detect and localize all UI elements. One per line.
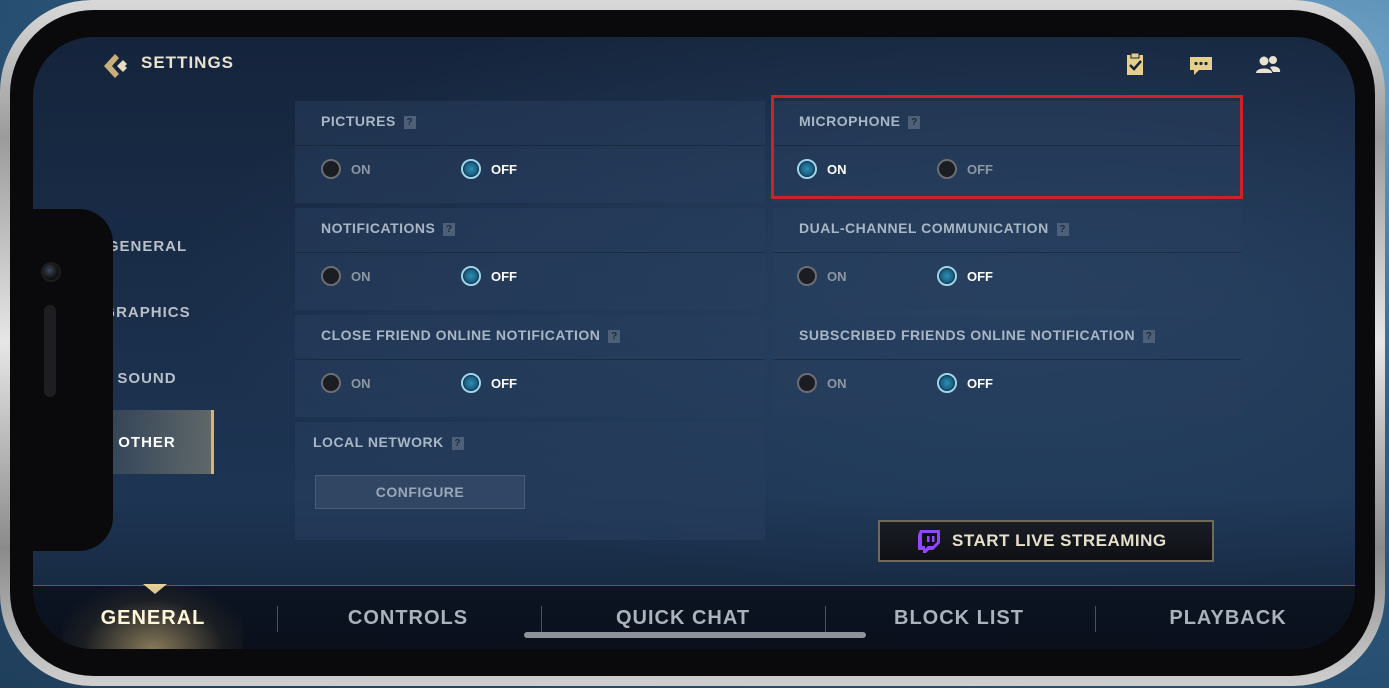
game-screen: SETTINGS GENERAL GRAPHICS SOUND OTHER PI…	[33, 37, 1355, 649]
camera-icon	[41, 262, 61, 282]
pictures-on-radio[interactable]: ON	[321, 159, 371, 179]
radio-dot	[321, 266, 341, 286]
tab-general[interactable]: GENERAL	[63, 586, 243, 649]
radio-dot	[321, 373, 341, 393]
setting-label: PICTURES?	[321, 113, 416, 129]
clipboard-check-icon[interactable]	[1121, 51, 1149, 79]
sidebar-item-label: GENERAL	[106, 237, 188, 255]
radio-dot	[937, 266, 957, 286]
speaker-grille	[44, 305, 56, 397]
back-icon[interactable]	[101, 51, 131, 81]
divider	[541, 606, 542, 632]
page-title: SETTINGS	[141, 53, 235, 72]
sidebar-item-label: SOUND	[117, 369, 177, 387]
divider	[773, 252, 1241, 253]
radio-dot	[321, 159, 341, 179]
setting-label: SUBSCRIBED FRIENDS ONLINE NOTIFICATION?	[799, 327, 1156, 343]
help-icon[interactable]: ?	[1143, 329, 1156, 343]
tab-playback[interactable]: PLAYBACK	[1123, 586, 1333, 649]
chat-icon[interactable]	[1187, 51, 1215, 79]
start-live-streaming-button[interactable]: START LIVE STREAMING	[878, 520, 1214, 562]
help-icon[interactable]: ?	[1056, 222, 1069, 236]
subscribed-friends-setting: SUBSCRIBED FRIENDS ONLINE NOTIFICATION? …	[773, 315, 1241, 417]
close-friend-off-radio[interactable]: OFF	[461, 373, 517, 393]
pictures-setting: PICTURES? ON OFF	[295, 101, 765, 203]
sidebar-item-label: OTHER	[118, 433, 176, 451]
tab-block-list[interactable]: BLOCK LIST	[853, 586, 1065, 649]
radio-dot	[461, 266, 481, 286]
tab-quick-chat[interactable]: QUICK CHAT	[573, 586, 793, 649]
setting-label: LOCAL NETWORK?	[313, 434, 464, 450]
setting-label: CLOSE FRIEND ONLINE NOTIFICATION?	[321, 327, 621, 343]
help-icon[interactable]: ?	[403, 115, 416, 129]
help-icon[interactable]: ?	[443, 222, 456, 236]
tab-controls[interactable]: CONTROLS	[303, 586, 513, 649]
highlight-box	[771, 95, 1243, 199]
setting-label: DUAL-CHANNEL COMMUNICATION?	[799, 220, 1069, 236]
sidebar-item-label: GRAPHICS	[103, 303, 191, 321]
dual-channel-off-radio[interactable]: OFF	[937, 266, 993, 286]
notifications-setting: NOTIFICATIONS? ON OFF	[295, 208, 765, 310]
subscribed-friends-off-radio[interactable]: OFF	[937, 373, 993, 393]
friends-icon[interactable]	[1254, 51, 1282, 79]
radio-dot	[797, 266, 817, 286]
divider	[825, 606, 826, 632]
notifications-off-radio[interactable]: OFF	[461, 266, 517, 286]
setting-label: NOTIFICATIONS?	[321, 220, 456, 236]
help-icon[interactable]: ?	[608, 329, 621, 343]
divider	[295, 359, 765, 360]
home-indicator[interactable]	[524, 632, 866, 638]
divider	[295, 145, 765, 146]
subscribed-friends-on-radio[interactable]: ON	[797, 373, 847, 393]
close-friend-setting: CLOSE FRIEND ONLINE NOTIFICATION? ON OFF	[295, 315, 765, 417]
radio-dot	[461, 373, 481, 393]
close-friend-on-radio[interactable]: ON	[321, 373, 371, 393]
configure-button[interactable]: CONFIGURE	[315, 475, 525, 509]
radio-dot	[797, 373, 817, 393]
notifications-on-radio[interactable]: ON	[321, 266, 371, 286]
dual-channel-setting: DUAL-CHANNEL COMMUNICATION? ON OFF	[773, 208, 1241, 310]
stream-label: START LIVE STREAMING	[952, 531, 1167, 550]
divider	[773, 359, 1241, 360]
radio-dot	[937, 373, 957, 393]
divider	[277, 606, 278, 632]
twitch-icon	[918, 530, 940, 553]
divider	[1095, 606, 1096, 632]
help-icon[interactable]: ?	[451, 436, 464, 450]
bottom-tab-bar: GENERAL CONTROLS QUICK CHAT BLOCK LIST P…	[33, 584, 1355, 649]
divider	[295, 252, 765, 253]
pictures-off-radio[interactable]: OFF	[461, 159, 517, 179]
dual-channel-on-radio[interactable]: ON	[797, 266, 847, 286]
radio-dot	[461, 159, 481, 179]
